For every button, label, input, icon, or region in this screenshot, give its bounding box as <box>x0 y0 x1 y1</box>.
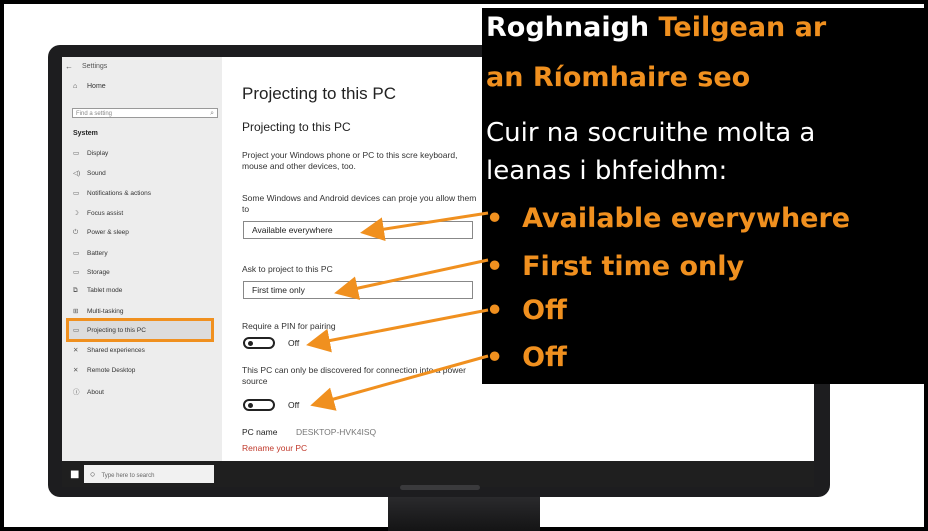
rename-pc-link[interactable]: Rename your PC <box>242 443 307 453</box>
sidebar-item-battery[interactable]: ▭ Battery <box>73 249 108 257</box>
taskbar: ■ ○ Type here to search <box>62 461 814 487</box>
availability-description: Some Windows and Android devices can pro… <box>242 193 477 214</box>
overlay-title-white: Roghnaigh <box>486 12 650 43</box>
toggle-knob <box>248 403 253 408</box>
bullet-text: First time only <box>522 251 745 282</box>
ask-to-project-label: Ask to project to this PC <box>242 264 333 274</box>
sidebar-item-label: Storage <box>87 269 110 276</box>
home-icon: ⌂ <box>73 83 78 90</box>
search-placeholder: Find a setting <box>76 111 113 117</box>
pin-label: Require a PIN for pairing <box>242 321 336 331</box>
power-icon: ⏻ <box>73 229 79 236</box>
windows-start-icon[interactable]: ■ <box>70 469 79 480</box>
sidebar-item-label: Shared experiences <box>87 347 145 354</box>
bullet-dot: • <box>486 342 504 373</box>
display-icon: ▭ <box>73 150 80 157</box>
sidebar-item-notifications[interactable]: ▭ Notifications & actions <box>73 189 151 197</box>
battery-icon: ▭ <box>73 250 80 257</box>
settings-sidebar: ← Settings ⌂ Home Find a setting ⌕ System … <box>62 57 222 461</box>
sidebar-item-label: Display <box>87 150 109 157</box>
sidebar-item-label: Remote Desktop <box>87 367 136 374</box>
bullet-text: Off <box>522 295 567 326</box>
bullet-dot: • <box>486 203 504 234</box>
pin-toggle[interactable] <box>243 337 275 349</box>
storage-icon: ▭ <box>73 269 80 276</box>
intro-text: Project your Windows phone or PC to this… <box>242 150 458 171</box>
taskbar-search-placeholder: Type here to search <box>101 473 155 479</box>
pc-name-label: PC name <box>242 427 278 437</box>
sidebar-item-label: Sound <box>87 170 106 177</box>
page-title: Projecting to this PC <box>242 84 397 103</box>
search-icon: ⌕ <box>210 110 214 117</box>
overlay-title-orange-2: an Ríomhaire seo <box>486 62 751 93</box>
sidebar-item-focus-assist[interactable]: ☽ Focus assist <box>73 209 123 217</box>
instruction-overlay: Roghnaigh Teilgean ar an Ríomhaire seo C… <box>482 8 924 384</box>
sidebar-item-label: Projecting to this PC <box>87 327 146 334</box>
power-toggle-state: Off <box>288 400 300 410</box>
monitor-chin-accent <box>400 485 480 490</box>
section-title: Projecting to this PC <box>242 120 351 134</box>
taskbar-search[interactable]: ○ Type here to search <box>84 465 214 483</box>
sidebar-item-label: Focus assist <box>87 210 124 217</box>
monitor-stand <box>388 497 540 531</box>
overlay-title-line-1: Roghnaigh Teilgean ar <box>486 12 826 43</box>
window-title: Settings <box>82 63 108 70</box>
sidebar-item-label: About <box>87 389 104 396</box>
power-toggle[interactable] <box>243 399 275 411</box>
tablet-icon: ⧉ <box>73 287 78 294</box>
sidebar-item-label: Multi-tasking <box>87 308 124 315</box>
sidebar-item-projecting[interactable]: ▭ Projecting to this PC <box>73 326 146 334</box>
bullet-text: Off <box>522 342 567 373</box>
overlay-bullet-3: • Off <box>486 295 567 326</box>
sidebar-item-power[interactable]: ⏻ Power & sleep <box>73 229 129 237</box>
back-arrow-icon[interactable]: ← <box>65 62 73 71</box>
pin-toggle-state: Off <box>288 338 300 348</box>
overlay-body-line-1: Cuir na socruithe molta a <box>486 118 816 148</box>
projecting-icon: ▭ <box>73 327 80 334</box>
toggle-knob <box>248 341 253 346</box>
bullet-dot: • <box>486 295 504 326</box>
cortana-circle-icon: ○ <box>90 469 96 479</box>
remote-desktop-icon: ✕ <box>73 367 79 374</box>
sidebar-item-label: Battery <box>87 250 108 257</box>
notifications-icon: ▭ <box>73 190 80 197</box>
sidebar-item-home[interactable]: ⌂ Home <box>73 83 106 90</box>
overlay-body-line-2: leanas i bhfeidhm: <box>486 156 728 186</box>
sidebar-item-multitasking[interactable]: ⊞ Multi-tasking <box>73 307 123 315</box>
power-description: This PC can only be discovered for conne… <box>242 365 466 386</box>
sidebar-item-remote-desktop[interactable]: ✕ Remote Desktop <box>73 366 135 374</box>
sidebar-item-storage[interactable]: ▭ Storage <box>73 268 110 276</box>
sidebar-item-label: Notifications & actions <box>87 190 151 197</box>
sidebar-item-display[interactable]: ▭ Display <box>73 149 108 157</box>
sidebar-item-sound[interactable]: ◁) Sound <box>73 169 106 177</box>
bullet-text: Available everywhere <box>522 203 851 234</box>
sound-icon: ◁) <box>73 170 81 177</box>
sidebar-home-label: Home <box>87 83 106 90</box>
availability-dropdown[interactable]: Available everywhere <box>243 221 473 239</box>
multitasking-icon: ⊞ <box>73 308 79 315</box>
overlay-title-orange-1: Teilgean ar <box>658 12 827 43</box>
search-input[interactable]: Find a setting ⌕ <box>72 108 218 118</box>
sidebar-section-title: System <box>73 130 98 137</box>
sidebar-item-label: Tablet mode <box>87 287 123 294</box>
moon-icon: ☽ <box>73 210 79 217</box>
bullet-dot: • <box>486 251 504 282</box>
overlay-bullet-1: • Available everywhere <box>486 203 850 234</box>
overlay-bullet-2: • First time only <box>486 251 744 282</box>
pc-name-value: DESKTOP-HVK4ISQ <box>296 427 377 437</box>
shared-experiences-icon: ✕ <box>73 347 79 354</box>
sidebar-item-about[interactable]: ⓘ About <box>73 386 104 396</box>
info-icon: ⓘ <box>73 389 80 396</box>
ask-to-project-dropdown[interactable]: First time only <box>243 281 473 299</box>
sidebar-item-shared-experiences[interactable]: ✕ Shared experiences <box>73 346 145 354</box>
overlay-bullet-4: • Off <box>486 342 567 373</box>
sidebar-item-label: Power & sleep <box>87 229 129 236</box>
sidebar-item-tablet-mode[interactable]: ⧉ Tablet mode <box>73 287 122 295</box>
